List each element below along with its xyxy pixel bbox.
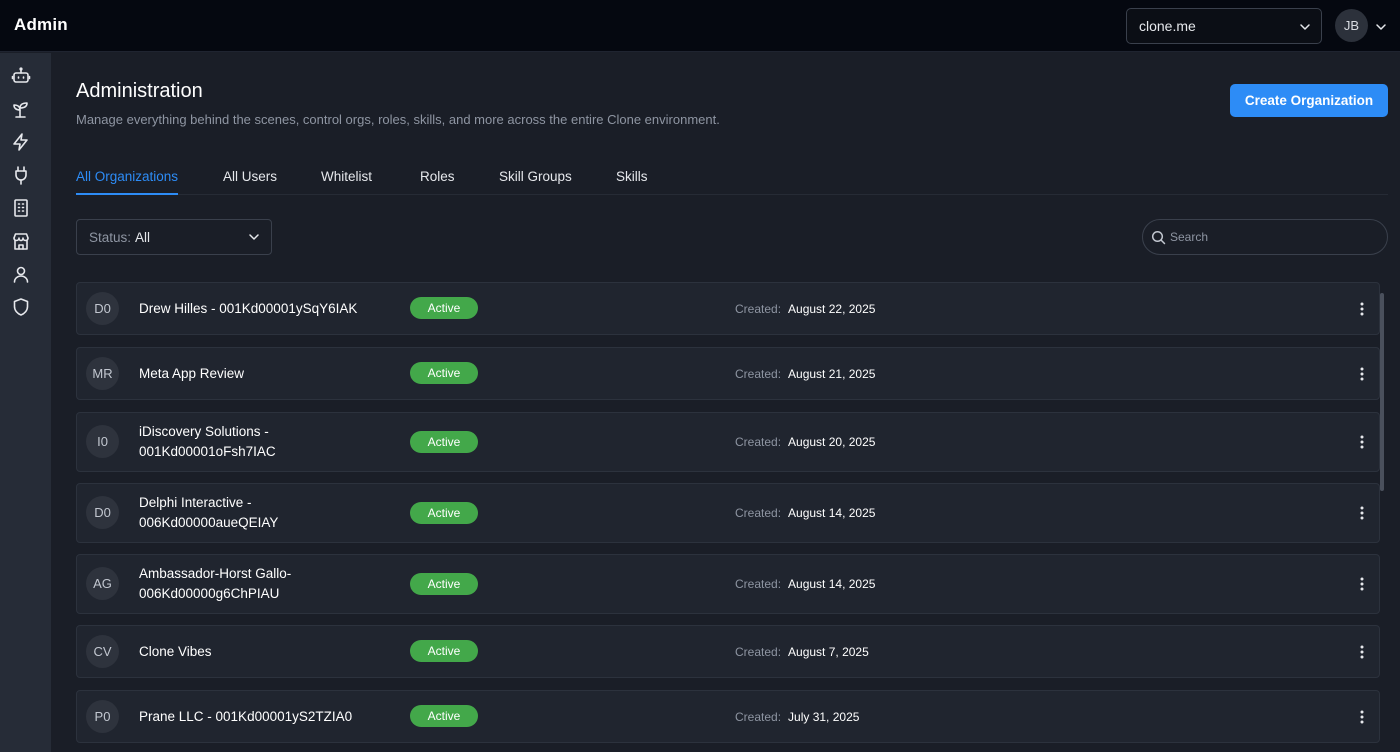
store-icon[interactable] <box>11 231 31 251</box>
created-date: Created: August 21, 2025 <box>735 367 876 381</box>
org-avatar: MR <box>86 357 119 390</box>
building-icon[interactable] <box>11 198 31 218</box>
status-badge: Active <box>410 362 478 384</box>
org-name: Meta App Review <box>139 366 245 381</box>
user-avatar[interactable]: JB <box>1335 9 1368 42</box>
tab-skill-groups[interactable]: Skill Groups <box>499 169 572 195</box>
organization-row[interactable]: I0 iDiscovery Solutions -001Kd00001oFsh7… <box>76 412 1380 472</box>
org-selector[interactable]: clone.me <box>1126 8 1322 44</box>
tab-whitelist[interactable]: Whitelist <box>321 169 372 195</box>
org-avatar: CV <box>86 635 119 668</box>
status-filter-label: Status: <box>89 229 132 245</box>
org-name: Clone Vibes <box>139 644 212 659</box>
org-name: Delphi Interactive -006Kd00000aueQEIAY <box>139 495 279 530</box>
more-options-icon[interactable] <box>1354 576 1370 592</box>
page-subtitle: Manage everything behind the scenes, con… <box>76 112 720 127</box>
created-date: Created: August 7, 2025 <box>735 645 869 659</box>
robot-icon[interactable] <box>11 66 31 86</box>
organization-row[interactable]: P0 Prane LLC - 001Kd00001yS2TZIA0 Active… <box>76 690 1380 743</box>
sprout-icon[interactable] <box>11 99 31 119</box>
organization-row[interactable]: MR Meta App Review Active Created: August… <box>76 347 1380 400</box>
more-options-icon[interactable] <box>1354 434 1370 450</box>
org-name: Prane LLC - 001Kd00001yS2TZIA0 <box>139 709 353 724</box>
search-input[interactable] <box>1170 230 1370 244</box>
status-badge: Active <box>410 297 478 319</box>
shield-icon[interactable] <box>11 297 31 317</box>
created-date: Created: August 14, 2025 <box>735 506 876 520</box>
plug-icon[interactable] <box>11 165 31 185</box>
app-title: Admin <box>14 15 68 34</box>
status-badge: Active <box>410 640 478 662</box>
org-name: Ambassador-Horst Gallo- 006Kd00000g6ChPIA… <box>139 566 292 601</box>
more-options-icon[interactable] <box>1354 301 1370 317</box>
org-avatar: D0 <box>86 292 119 325</box>
top-bar: Admin clone.me JB <box>0 0 1400 52</box>
organization-row[interactable]: D0 Drew Hilles - 001Kd00001ySqY6IAK Acti… <box>76 282 1380 335</box>
create-organization-button[interactable]: Create Organization <box>1230 84 1388 117</box>
more-options-icon[interactable] <box>1354 505 1370 521</box>
more-options-icon[interactable] <box>1354 644 1370 660</box>
created-date: Created: August 22, 2025 <box>735 302 876 316</box>
created-date: Created: August 14, 2025 <box>735 577 876 591</box>
tab-all-organizations[interactable]: All Organizations <box>76 169 179 195</box>
tab-skills[interactable]: Skills <box>616 169 648 195</box>
page-title: Administration <box>76 80 203 102</box>
sidebar <box>0 53 51 752</box>
more-options-icon[interactable] <box>1354 366 1370 382</box>
org-avatar: D0 <box>86 496 119 529</box>
status-badge: Active <box>410 573 478 595</box>
main-content: Administration Manage everything behind … <box>51 53 1400 752</box>
search-box <box>1142 219 1388 255</box>
org-avatar: P0 <box>86 700 119 733</box>
status-filter-value: All <box>135 229 151 245</box>
status-badge: Active <box>410 705 478 727</box>
org-avatar: I0 <box>86 425 119 458</box>
organization-row[interactable]: CV Clone Vibes Active Created: August 7, … <box>76 625 1380 678</box>
chevron-down-icon <box>248 231 260 246</box>
status-badge: Active <box>410 502 478 524</box>
scrollbar-thumb[interactable] <box>1380 293 1384 491</box>
chevron-down-icon[interactable] <box>1375 20 1387 38</box>
more-options-icon[interactable] <box>1354 709 1370 725</box>
created-date: Created: July 31, 2025 <box>735 710 860 724</box>
organization-row[interactable]: D0 Delphi Interactive -006Kd00000aueQEIA… <box>76 483 1380 543</box>
user-icon[interactable] <box>11 264 31 284</box>
tab-bar: All Organizations All Users Whitelist Ro… <box>76 161 1388 195</box>
org-selector-value: clone.me <box>1139 18 1196 34</box>
org-name: iDiscovery Solutions -001Kd00001oFsh7IAC <box>139 424 276 459</box>
chevron-down-icon <box>1299 20 1311 36</box>
organization-row[interactable]: AG Ambassador-Horst Gallo- 006Kd00000g6Ch… <box>76 554 1380 614</box>
created-date: Created: August 20, 2025 <box>735 435 876 449</box>
search-icon <box>1151 230 1166 250</box>
tab-all-users[interactable]: All Users <box>223 169 277 195</box>
status-badge: Active <box>410 431 478 453</box>
tab-roles[interactable]: Roles <box>420 169 455 195</box>
lightning-icon[interactable] <box>11 132 31 152</box>
org-name: Drew Hilles - 001Kd00001ySqY6IAK <box>139 301 358 316</box>
org-avatar: AG <box>86 567 119 600</box>
status-filter-select[interactable]: Status: All <box>76 219 272 255</box>
